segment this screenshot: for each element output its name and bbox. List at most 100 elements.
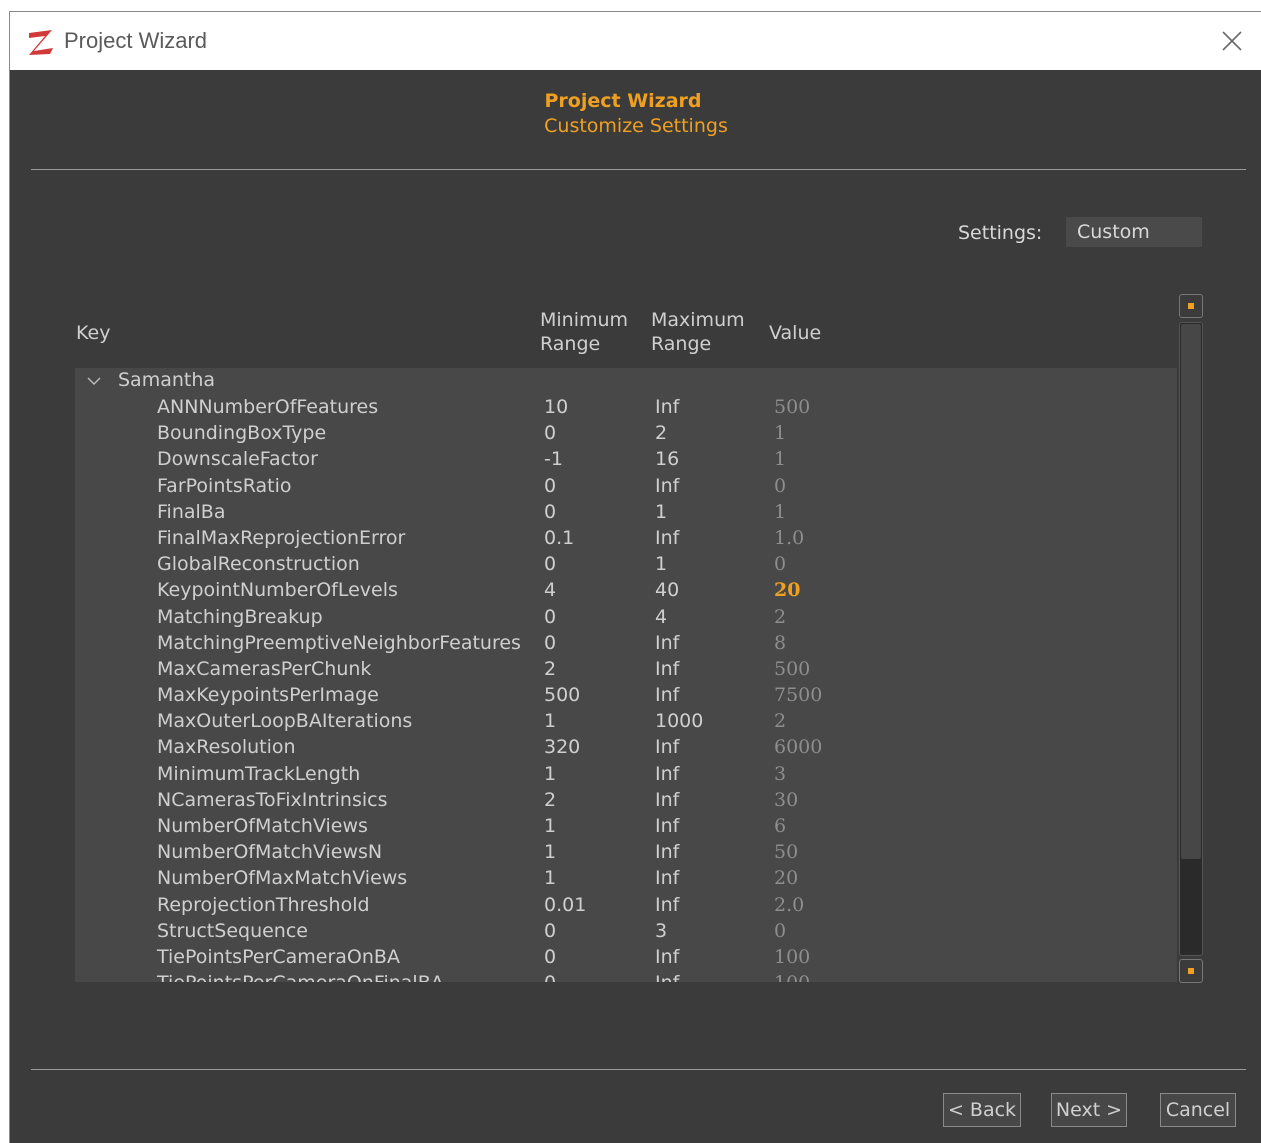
column-header-key[interactable]: Key (76, 321, 110, 345)
chevron-down-icon[interactable] (87, 374, 101, 388)
column-header-max-range[interactable]: Maximum Range (651, 308, 745, 356)
row-min-range: 500 (544, 684, 581, 707)
row-max-range: 1 (655, 553, 668, 576)
row-value[interactable]: 1 (774, 422, 786, 444)
table-row[interactable]: FarPointsRatio 0 Inf 0 (75, 473, 1177, 499)
row-value[interactable]: 0 (774, 553, 786, 575)
table-row[interactable]: NumberOfMatchViewsN 1 Inf 50 (75, 839, 1177, 865)
table-row[interactable]: MaxOuterLoopBAIterations 1 1000 2 (75, 708, 1177, 734)
row-max-range: Inf (655, 474, 680, 497)
row-value[interactable]: 30 (774, 789, 798, 811)
row-key: TiePointsPerCameraOnFinalBA (157, 972, 444, 982)
table-row[interactable]: BoundingBoxType 0 2 1 (75, 420, 1177, 446)
scroll-up-icon (1188, 303, 1194, 309)
row-max-range: 40 (655, 579, 680, 602)
row-min-range: -1 (544, 448, 563, 471)
table-row[interactable]: ReprojectionThreshold 0.01 Inf 2.0 (75, 892, 1177, 918)
close-button[interactable] (1217, 26, 1247, 56)
row-value[interactable]: 500 (774, 396, 810, 418)
row-key: MinimumTrackLength (157, 762, 361, 785)
row-value[interactable]: 20 (774, 867, 798, 889)
row-max-range: Inf (655, 526, 680, 549)
wizard-subtitle: Customize Settings (544, 115, 728, 137)
column-header-min-range[interactable]: Minimum Range (540, 308, 628, 356)
row-value[interactable]: 2 (774, 606, 786, 628)
scroll-track[interactable] (1179, 322, 1203, 956)
row-key: MaxOuterLoopBAIterations (157, 710, 413, 733)
table-row[interactable]: NCamerasToFixIntrinsics 2 Inf 30 (75, 787, 1177, 813)
row-max-range: 1 (655, 500, 668, 523)
row-value[interactable]: 1.0 (774, 527, 804, 549)
row-min-range: 1 (544, 762, 557, 785)
row-value[interactable]: 1 (774, 501, 786, 523)
scroll-down-button[interactable] (1179, 959, 1203, 983)
row-min-range: 0.01 (544, 893, 587, 916)
table-row[interactable]: TiePointsPerCameraOnFinalBA 0 Inf 100 (75, 970, 1177, 982)
row-max-range: Inf (655, 788, 680, 811)
row-min-range: 0 (544, 500, 557, 523)
scroll-thumb[interactable] (1181, 324, 1201, 859)
row-min-range: 10 (544, 396, 569, 418)
table-row[interactable]: MaxKeypointsPerImage 500 Inf 7500 (75, 682, 1177, 708)
row-value[interactable]: 3 (774, 763, 786, 785)
table-row[interactable]: FinalMaxReprojectionError 0.1 Inf 1.0 (75, 525, 1177, 551)
row-min-range: 1 (544, 867, 557, 890)
row-value[interactable]: 0 (774, 475, 786, 497)
table-row[interactable]: FinalBa 0 1 1 (75, 499, 1177, 525)
settings-dropdown[interactable]: Custom (1066, 217, 1202, 247)
back-button[interactable]: < Back (943, 1093, 1021, 1127)
row-value[interactable]: 2.0 (774, 894, 804, 916)
settings-label: Settings: (958, 222, 1043, 244)
table-row[interactable]: MatchingPreemptiveNeighborFeatures 0 Inf 8 (75, 630, 1177, 656)
group-label: Samantha (118, 369, 216, 391)
column-header-value[interactable]: Value (769, 321, 821, 345)
row-min-range: 2 (544, 657, 557, 680)
cancel-button[interactable]: Cancel (1160, 1093, 1236, 1127)
table-row[interactable]: StructSequence 0 3 0 (75, 918, 1177, 944)
row-value[interactable]: 6000 (774, 736, 822, 758)
table-row[interactable]: MinimumTrackLength 1 Inf 3 (75, 761, 1177, 787)
settings-table: Samantha ANNNumberOfFeatures 10 Inf 500 Boun… (75, 368, 1177, 982)
app-logo-icon (29, 30, 53, 55)
row-max-range: 1000 (655, 710, 704, 733)
row-max-range: Inf (655, 657, 680, 680)
column-header-min-line2: Range (540, 333, 601, 355)
row-min-range: 0 (544, 474, 557, 497)
row-max-range: Inf (655, 893, 680, 916)
row-value[interactable]: 100 (774, 946, 810, 968)
table-row[interactable]: NumberOfMaxMatchViews 1 Inf 20 (75, 865, 1177, 891)
row-min-range: 0 (544, 553, 557, 576)
next-button[interactable]: Next > (1051, 1093, 1127, 1127)
table-row[interactable]: TiePointsPerCameraOnBA 0 Inf 100 (75, 944, 1177, 970)
row-value[interactable]: 2 (774, 710, 786, 732)
table-row[interactable]: DownscaleFactor -1 16 1 (75, 446, 1177, 472)
table-row[interactable]: KeypointNumberOfLevels 4 40 20 (75, 577, 1177, 603)
row-value[interactable]: 0 (774, 920, 786, 942)
scroll-up-button[interactable] (1179, 294, 1203, 318)
row-min-range: 0 (544, 945, 557, 968)
row-value[interactable]: 7500 (774, 684, 822, 706)
row-key: ANNNumberOfFeatures (157, 396, 379, 418)
row-value[interactable]: 20 (774, 579, 800, 601)
row-value[interactable]: 50 (774, 841, 798, 863)
row-key: StructSequence (157, 919, 308, 942)
row-key: MatchingPreemptiveNeighborFeatures (157, 631, 521, 654)
table-row[interactable]: MaxResolution 320 Inf 6000 (75, 734, 1177, 760)
row-value[interactable]: 8 (774, 632, 786, 654)
table-row[interactable]: NumberOfMatchViews 1 Inf 6 (75, 813, 1177, 839)
vertical-scrollbar[interactable] (1179, 294, 1203, 984)
table-row[interactable]: MaxCamerasPerChunk 2 Inf 500 (75, 656, 1177, 682)
row-max-range: Inf (655, 867, 680, 890)
row-min-range: 0 (544, 919, 557, 942)
row-value[interactable]: 500 (774, 658, 810, 680)
group-row-samantha[interactable]: Samantha (75, 368, 1177, 394)
row-value[interactable]: 6 (774, 815, 786, 837)
row-max-range: Inf (655, 736, 680, 759)
title-bar: Project Wizard (10, 12, 1261, 70)
table-row[interactable]: MatchingBreakup 0 4 2 (75, 604, 1177, 630)
row-value[interactable]: 1 (774, 448, 786, 470)
table-row[interactable]: ANNNumberOfFeatures 10 Inf 500 (75, 394, 1177, 420)
row-key: MaxResolution (157, 736, 296, 759)
table-row[interactable]: GlobalReconstruction 0 1 0 (75, 551, 1177, 577)
row-value[interactable]: 100 (774, 972, 810, 982)
